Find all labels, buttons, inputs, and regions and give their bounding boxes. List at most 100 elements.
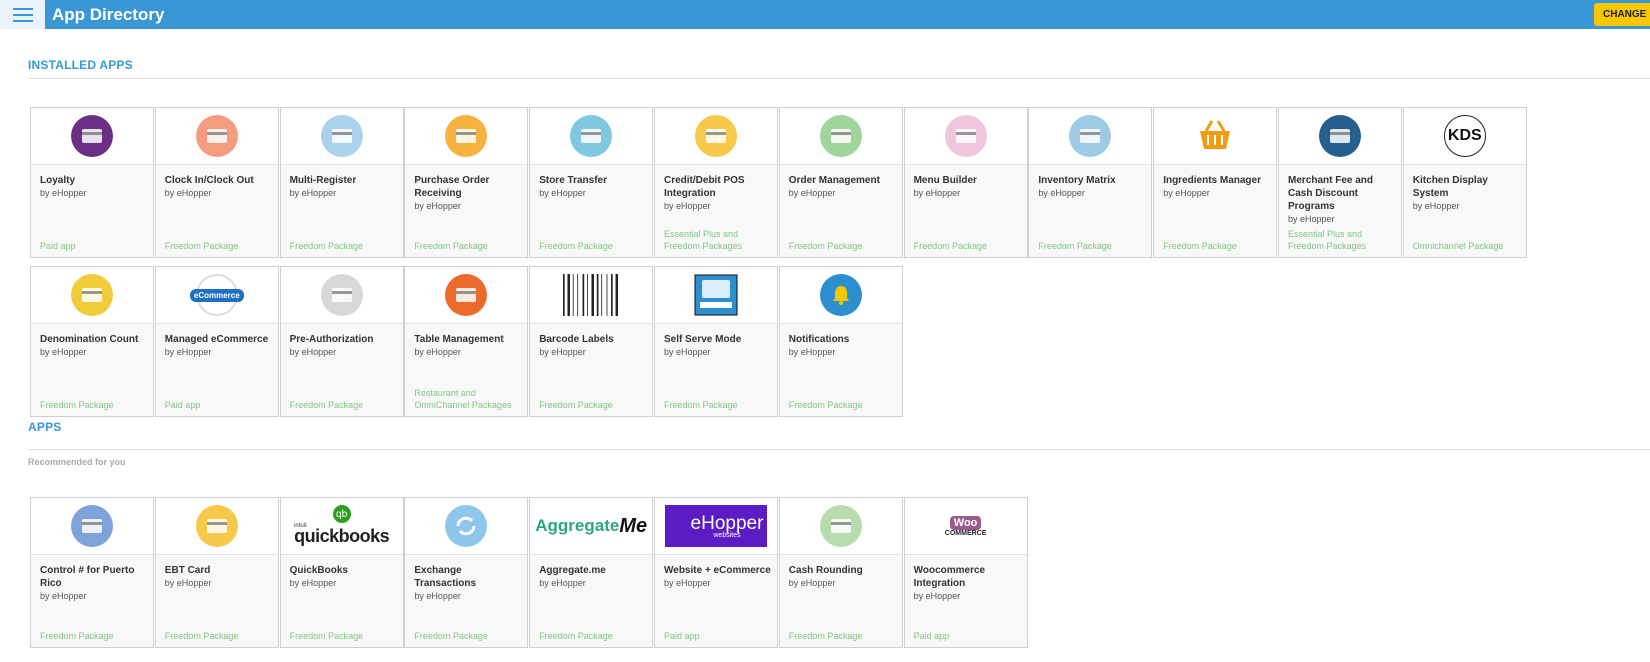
app-name: Purchase Order Receiving xyxy=(414,175,490,199)
app-card[interactable]: Multi-Register by eHopper Freedom Packag… xyxy=(279,107,404,258)
app-name: Pre-Authorization xyxy=(289,334,374,345)
app-name: Managed eCommerce xyxy=(164,334,269,345)
credit-card-icon xyxy=(655,108,777,165)
app-card[interactable]: Order Management by eHopper Freedom Pack… xyxy=(778,107,903,258)
app-author: by eHopper xyxy=(539,188,586,198)
app-name: Order Management xyxy=(788,175,880,186)
app-card[interactable]: Purchase Order Receiving by eHopper Free… xyxy=(404,107,529,258)
app-author: by eHopper xyxy=(1288,214,1335,224)
app-author: by eHopper xyxy=(414,201,461,211)
loyalty-icon xyxy=(31,108,153,165)
app-card[interactable]: Self Serve Mode by eHopper Freedom Packa… xyxy=(654,266,778,417)
app-card[interactable]: Cash Rounding by eHopper Freedom Package xyxy=(778,497,903,648)
app-package: Freedom Package xyxy=(913,241,988,251)
aggregateme-logo: Aggregate Me xyxy=(530,498,653,555)
app-package: Freedom Package xyxy=(289,400,364,410)
app-author: by eHopper xyxy=(788,188,836,198)
app-name: Notifications xyxy=(788,334,850,345)
app-author: by eHopper xyxy=(40,347,87,357)
app-name: Clock In/Clock Out xyxy=(164,175,254,186)
app-card[interactable]: Inventory Matrix by eHopper Freedom Pack… xyxy=(1028,107,1153,258)
app-card[interactable]: eCommerce Managed eCommerce by eHopper P… xyxy=(154,266,279,417)
coins-icon xyxy=(779,498,902,555)
app-package: Freedom Package xyxy=(40,400,114,410)
app-package: Paid app xyxy=(40,241,76,251)
app-name: EBT Card xyxy=(164,565,211,576)
hamburger-menu-icon[interactable] xyxy=(0,0,45,29)
app-card[interactable]: qb intuit quickbooks QuickBooks by eHopper… xyxy=(279,497,404,648)
ecommerce-bubble-icon: eCommerce xyxy=(155,267,278,324)
app-author: by eHopper xyxy=(664,347,711,357)
app-name: Control # for Puerto Rico xyxy=(40,565,135,589)
app-card[interactable]: Merchant Fee and Cash Discount Programs … xyxy=(1278,107,1402,258)
kiosk-icon xyxy=(655,267,777,324)
app-card[interactable]: EBT Card by eHopper Freedom Package xyxy=(154,497,279,648)
app-package: Paid app xyxy=(164,400,201,410)
app-author: by eHopper xyxy=(40,188,87,198)
app-name: Woocommerce Integration xyxy=(913,565,986,589)
app-package: Freedom Package xyxy=(289,631,364,641)
app-author: by eHopper xyxy=(289,578,337,588)
app-card[interactable]: Loyalty by eHopper Paid app xyxy=(30,107,154,258)
app-card[interactable]: Control # for Puerto Rico by eHopper Fre… xyxy=(30,497,154,648)
app-author: by eHopper xyxy=(164,347,212,357)
app-package: Freedom Package xyxy=(164,631,239,641)
app-card[interactable]: eHopper websites Website + eCommerce by e… xyxy=(654,497,778,648)
app-card[interactable]: Credit/Debit POS Integration by eHopper … xyxy=(654,107,778,258)
cash-register-icon xyxy=(280,108,403,165)
apps-subtitle: Recommended for you xyxy=(28,457,126,467)
app-card[interactable]: Notifications by eHopper Freedom Package xyxy=(778,266,903,417)
app-card[interactable]: Table Management by eHopper Restaurant a… xyxy=(404,266,529,417)
app-card[interactable]: Pre-Authorization by eHopper Freedom Pac… xyxy=(279,266,404,417)
change-button[interactable]: CHANGE xyxy=(1594,3,1650,26)
clock-icon xyxy=(155,108,278,165)
kds-icon: KDS xyxy=(1403,108,1526,165)
app-card[interactable]: Exchange Transactions by eHopper Freedom… xyxy=(404,497,529,648)
app-name: Credit/Debit POS Integration xyxy=(664,175,745,199)
hand-truck-icon xyxy=(405,108,528,165)
check-document-icon xyxy=(31,498,153,555)
page-title: App Directory xyxy=(52,5,165,24)
app-author: by eHopper xyxy=(788,347,836,357)
app-card[interactable]: Aggregate Me Aggregate.me by eHopper Free… xyxy=(529,497,654,648)
app-author: by eHopper xyxy=(1412,201,1460,211)
app-card[interactable]: KDS Kitchen Display System by eHopper Om… xyxy=(1402,107,1527,258)
app-package: Restaurant and OmniChannel Packages xyxy=(414,388,512,410)
menu-grid-icon xyxy=(904,108,1027,165)
app-card[interactable]: Store Transfer by eHopper Freedom Packag… xyxy=(529,107,654,258)
app-card[interactable]: Menu Builder by eHopper Freedom Package xyxy=(903,107,1028,258)
app-author: by eHopper xyxy=(1038,188,1085,198)
app-name: Table Management xyxy=(414,334,504,345)
app-package: Paid app xyxy=(664,631,700,641)
app-author: by eHopper xyxy=(164,578,212,588)
app-card[interactable]: Clock In/Clock Out by eHopper Freedom Pa… xyxy=(154,107,279,258)
app-package: Essential Plus and Freedom Packages xyxy=(1288,229,1367,251)
app-author: by eHopper xyxy=(414,347,461,357)
app-card[interactable]: Barcode Labels by eHopper Freedom Packag… xyxy=(529,266,654,417)
app-name: Menu Builder xyxy=(913,175,977,186)
basket-icon xyxy=(1154,108,1277,165)
app-package: Freedom Package xyxy=(664,400,738,410)
app-name: Multi-Register xyxy=(289,175,357,186)
app-author: by eHopper xyxy=(788,578,836,588)
app-author: by eHopper xyxy=(1163,188,1210,198)
bell-icon xyxy=(779,267,902,324)
app-package: Freedom Package xyxy=(414,631,488,641)
app-package: Freedom Package xyxy=(539,241,613,251)
app-name: Ingredients Manager xyxy=(1163,175,1261,186)
top-bar: App Directory CHANGE xyxy=(0,0,1650,29)
fork-knife-icon xyxy=(405,267,528,324)
divider xyxy=(28,78,1650,79)
app-name: Cash Rounding xyxy=(788,565,863,576)
quickbooks-logo: qb intuit quickbooks xyxy=(280,498,403,555)
app-author: by eHopper xyxy=(539,578,586,588)
app-card[interactable]: Ingredients Manager by eHopper Freedom P… xyxy=(1153,107,1278,258)
app-card[interactable]: Woo COMMERCE Woocommerce Integration by e… xyxy=(903,497,1028,648)
app-author: by eHopper xyxy=(40,591,87,601)
app-name: Aggregate.me xyxy=(539,565,606,576)
app-card[interactable]: Denomination Count by eHopper Freedom Pa… xyxy=(30,266,154,417)
cash-coins-icon xyxy=(31,267,153,324)
inventory-matrix-icon xyxy=(1029,108,1152,165)
apps-heading: APPS xyxy=(28,420,62,434)
app-package: Freedom Package xyxy=(788,631,863,641)
